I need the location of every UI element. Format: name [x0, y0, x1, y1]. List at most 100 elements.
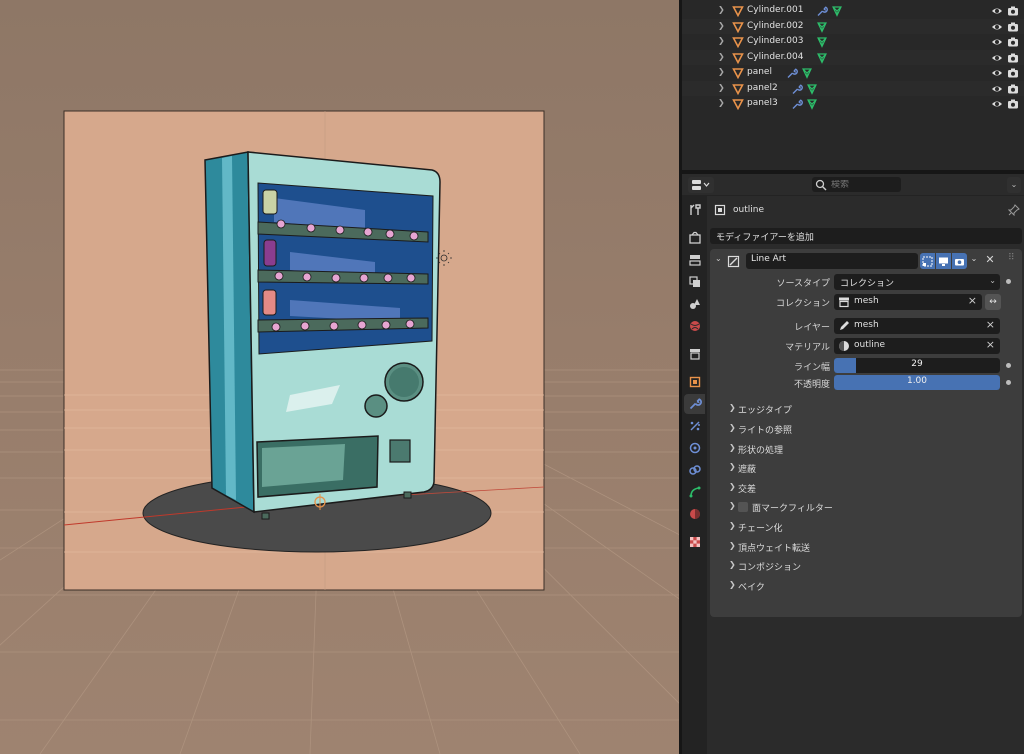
add-modifier-button[interactable]: モディファイアーを追加 ⌄: [710, 228, 1022, 244]
tab-object-data[interactable]: [684, 482, 705, 502]
chevron-down-icon[interactable]: ⌄: [715, 254, 725, 266]
tab-view-layer[interactable]: [684, 272, 705, 292]
outliner-row-cylinder-003[interactable]: ❯ Cylinder.003: [682, 34, 1024, 50]
tab-object[interactable]: [684, 372, 705, 392]
eye-icon[interactable]: [991, 67, 1003, 79]
mesh-data-icon[interactable]: [816, 36, 828, 48]
tab-texture[interactable]: [684, 532, 705, 552]
tab-collection[interactable]: [684, 344, 705, 364]
outliner-item-name[interactable]: panel: [747, 67, 772, 77]
tab-scene[interactable]: [684, 294, 705, 314]
tab-tool[interactable]: [684, 200, 705, 220]
eye-icon[interactable]: [991, 98, 1003, 110]
subpanel-occlusion[interactable]: ❯ 遮蔽: [710, 460, 1022, 476]
camera-icon[interactable]: [1007, 98, 1019, 110]
subpanel-light-reference[interactable]: ❯ ライトの参照: [710, 421, 1022, 437]
mesh-data-icon[interactable]: [831, 5, 843, 17]
camera-icon[interactable]: [1007, 83, 1019, 95]
camera-icon[interactable]: [1007, 36, 1019, 48]
clear-icon[interactable]: ×: [986, 318, 995, 331]
eye-icon[interactable]: [991, 21, 1003, 33]
keyframe-dot-icon[interactable]: [1006, 380, 1011, 385]
outliner-row-cylinder-002[interactable]: ❯ Cylinder.002: [682, 18, 1024, 34]
outliner-row-panel2[interactable]: ❯ panel2: [682, 80, 1024, 96]
subpanel-bake[interactable]: ❯ ベイク: [710, 578, 1022, 594]
render-toggle[interactable]: [952, 253, 967, 269]
camera-icon[interactable]: [1007, 21, 1019, 33]
subpanel-edge-types[interactable]: ❯ エッジタイプ: [710, 401, 1022, 417]
layer-field[interactable]: mesh ×: [834, 318, 1000, 334]
subpanel-vertex-weight-transfer[interactable]: ❯ 頂点ウェイト転送: [710, 539, 1022, 555]
subpanel-geometry-processing[interactable]: ❯ 形状の処理: [710, 441, 1022, 457]
material-field[interactable]: outline ×: [834, 338, 1000, 354]
swap-icon[interactable]: ↔: [985, 294, 1001, 310]
chevron-right-icon[interactable]: ❯: [718, 83, 728, 94]
chevron-right-icon[interactable]: ❯: [718, 36, 728, 47]
tab-output[interactable]: [684, 250, 705, 270]
clear-icon[interactable]: ×: [968, 294, 977, 307]
clear-icon[interactable]: ×: [986, 338, 995, 351]
close-icon[interactable]: ✕: [984, 253, 996, 267]
opacity-slider[interactable]: 1.00: [834, 375, 1000, 390]
camera-icon[interactable]: [1007, 67, 1019, 79]
mesh-data-icon[interactable]: [806, 98, 818, 110]
mesh-data-icon[interactable]: [816, 21, 828, 33]
mesh-data-icon[interactable]: [806, 83, 818, 95]
3d-viewport[interactable]: [0, 0, 679, 754]
source-type-select[interactable]: コレクション ⌄: [834, 274, 1000, 290]
drag-handle-icon[interactable]: ⠿: [1008, 253, 1018, 265]
subpanel-intersection[interactable]: ❯ 交差: [710, 480, 1022, 496]
pin-icon[interactable]: [1008, 204, 1020, 216]
wrench-icon[interactable]: [786, 67, 798, 79]
mesh-data-icon[interactable]: [801, 67, 813, 79]
tab-world[interactable]: [684, 316, 705, 336]
outliner-item-name[interactable]: panel3: [747, 98, 778, 108]
eye-icon[interactable]: [991, 5, 1003, 17]
modifier-name-input[interactable]: [751, 254, 911, 264]
chevron-right-icon[interactable]: ❯: [718, 52, 728, 63]
subpanel-composition[interactable]: ❯ コンポジション: [710, 558, 1022, 574]
line-width-slider[interactable]: 29: [834, 358, 1000, 373]
collection-field[interactable]: mesh ×: [834, 294, 982, 310]
eye-icon[interactable]: [991, 52, 1003, 64]
outliner-row-cylinder-001[interactable]: ❯ Cylinder.001: [682, 3, 1024, 19]
editor-type-button[interactable]: [688, 177, 714, 193]
chevron-down-icon[interactable]: ⌄: [968, 254, 980, 266]
eye-icon[interactable]: [991, 83, 1003, 95]
camera-icon[interactable]: [1007, 52, 1019, 64]
mesh-data-icon[interactable]: [816, 52, 828, 64]
tab-modifiers[interactable]: [684, 394, 705, 414]
outliner-item-name[interactable]: Cylinder.001: [747, 5, 803, 15]
keyframe-dot-icon[interactable]: [1006, 279, 1011, 284]
search-input[interactable]: [831, 179, 901, 190]
properties-search[interactable]: [812, 177, 901, 192]
edit-mode-toggle[interactable]: [920, 253, 935, 269]
tab-particles[interactable]: [684, 416, 705, 436]
tab-material[interactable]: [684, 504, 705, 524]
outliner-item-name[interactable]: panel2: [747, 83, 778, 93]
outliner-row-panel[interactable]: ❯ panel: [682, 65, 1024, 81]
keyframe-dot-icon[interactable]: [1006, 363, 1011, 368]
outliner-item-name[interactable]: Cylinder.003: [747, 36, 803, 46]
subpanel-chaining[interactable]: ❯ チェーン化: [710, 519, 1022, 535]
chevron-right-icon[interactable]: ❯: [718, 21, 728, 32]
tab-physics[interactable]: [684, 438, 705, 458]
wrench-icon[interactable]: [791, 98, 803, 110]
camera-icon[interactable]: [1007, 5, 1019, 17]
modifier-name-field[interactable]: [746, 253, 918, 269]
eye-icon[interactable]: [991, 36, 1003, 48]
viewport-display-toggle[interactable]: [936, 253, 951, 269]
outliner-item-name[interactable]: Cylinder.002: [747, 21, 803, 31]
chevron-right-icon[interactable]: ❯: [718, 98, 728, 109]
chevron-right-icon[interactable]: ❯: [718, 67, 728, 78]
tab-render[interactable]: [684, 228, 705, 248]
face-mark-filter-checkbox[interactable]: [738, 502, 748, 512]
chevron-down-icon[interactable]: ⌄: [1007, 177, 1021, 193]
subpanel-face-mark-filter[interactable]: ❯ 面マークフィルター: [710, 499, 1022, 515]
wrench-icon[interactable]: [816, 5, 828, 17]
outliner-row-panel3[interactable]: ❯ panel3: [682, 96, 1024, 112]
tab-constraints[interactable]: [684, 460, 705, 480]
wrench-icon[interactable]: [791, 83, 803, 95]
outliner-item-name[interactable]: Cylinder.004: [747, 52, 803, 62]
outliner-row-cylinder-004[interactable]: ❯ Cylinder.004: [682, 49, 1024, 65]
